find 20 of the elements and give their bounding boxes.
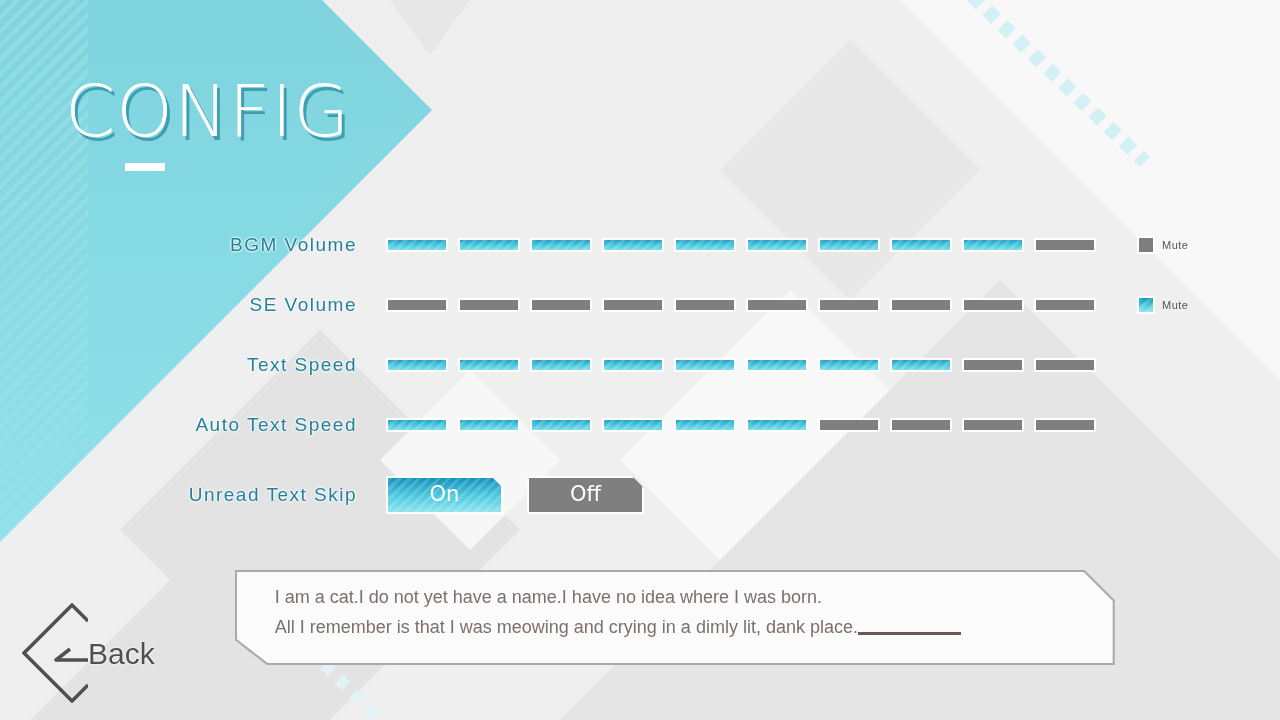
message-text-line: All I remember is that I was meowing and crying in a dimly lit, dank place. (274, 616, 858, 639)
page-title: CONFIG (65, 72, 351, 150)
setting-label: Auto Text Speed (195, 412, 357, 437)
mute-label: Mute (1162, 297, 1189, 313)
toggle-option[interactable]: On (386, 476, 503, 514)
toggle-option[interactable]: Off (527, 476, 644, 514)
dash-icon (125, 163, 165, 171)
segmented-slider[interactable] (386, 298, 1096, 312)
setting-label: SE Volume (249, 292, 357, 317)
segmented-slider[interactable] (386, 358, 1096, 372)
mute-label: Mute (1162, 237, 1189, 253)
mute-checkbox[interactable] (1137, 296, 1155, 314)
setting-label: Text Speed (246, 352, 357, 377)
mute-checkbox[interactable] (1137, 236, 1155, 254)
setting-label: BGM Volume (230, 232, 357, 257)
message-text-line: I am a cat.I do not yet have a name.I have no idea where I was born. (274, 586, 823, 609)
back-button[interactable]: Back (22, 603, 155, 703)
text-cursor-icon (857, 632, 961, 635)
segmented-slider[interactable] (386, 418, 1096, 432)
setting-label: Unread Text Skip (188, 482, 357, 507)
